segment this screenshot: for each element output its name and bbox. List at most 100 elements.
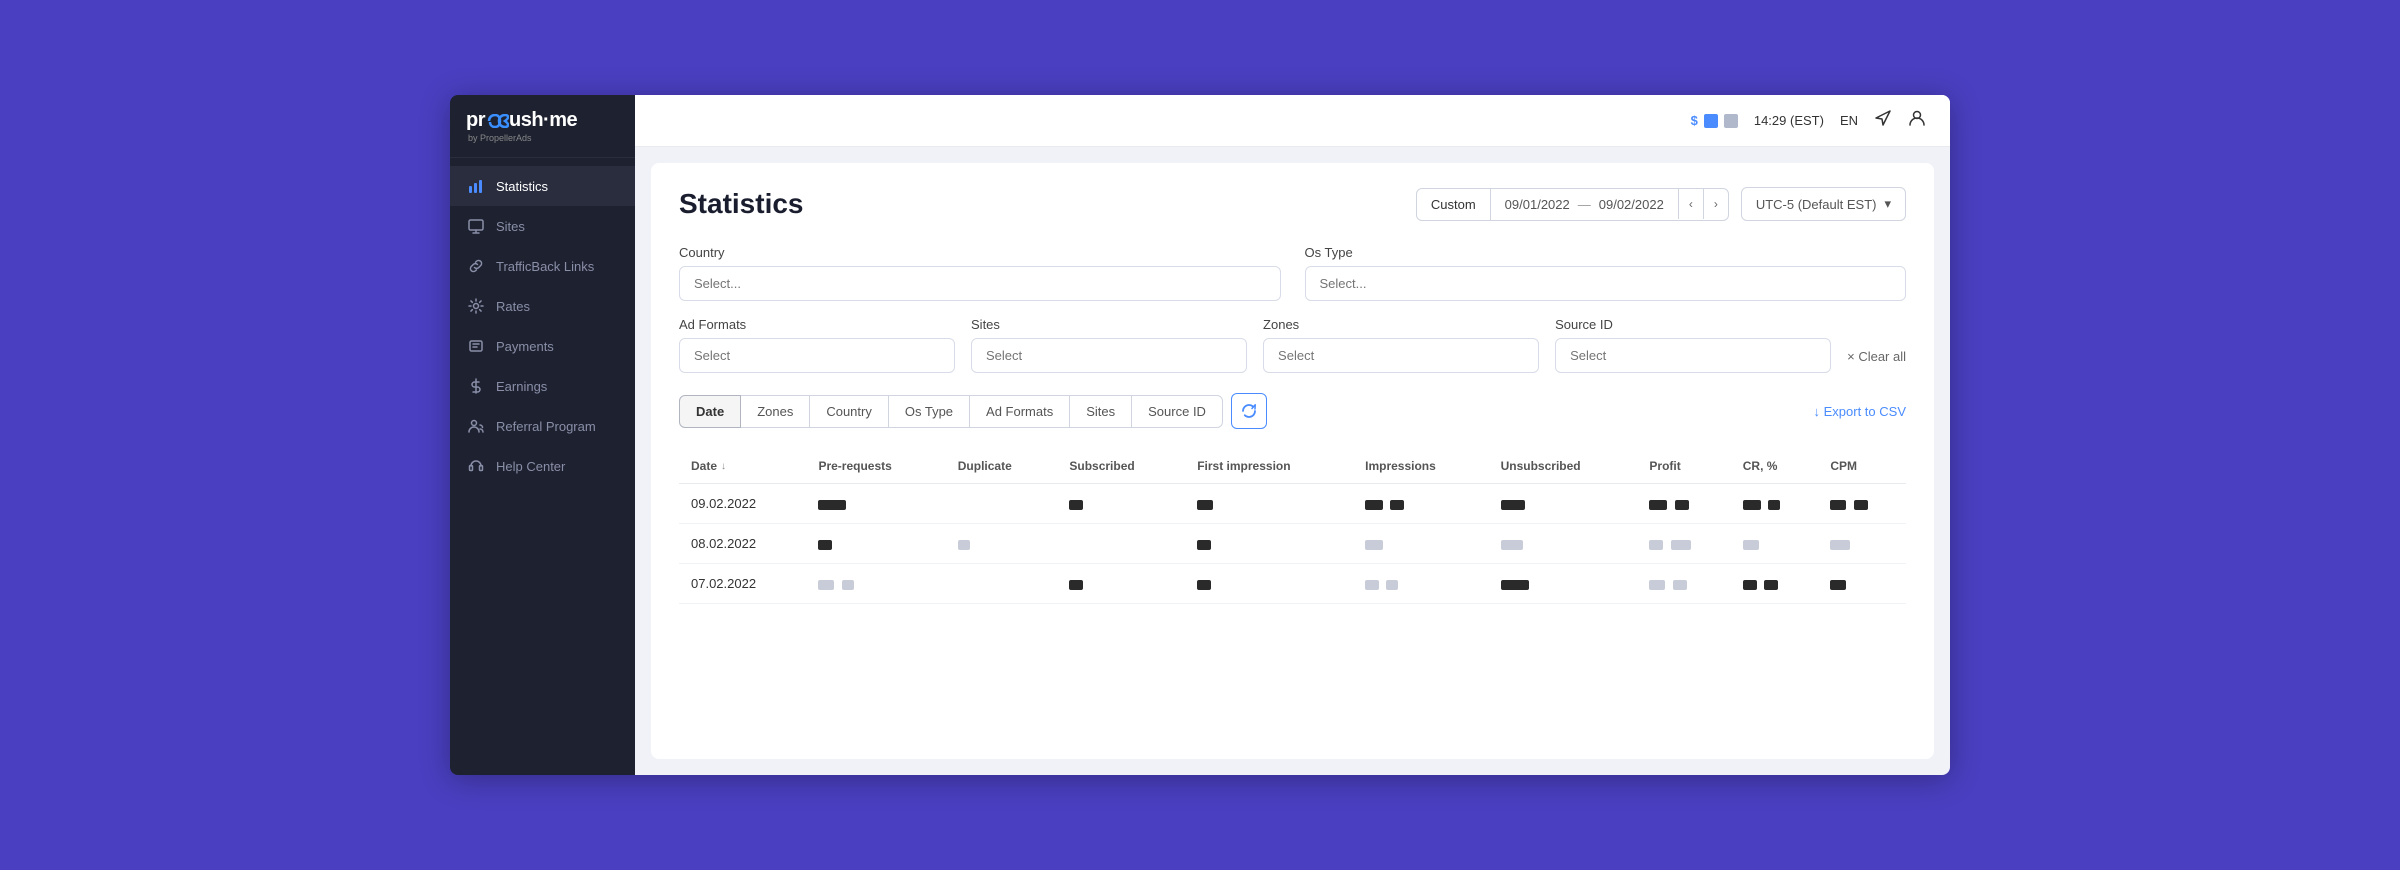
filter-sourceid-input[interactable] xyxy=(1555,338,1831,373)
export-csv-btn[interactable]: ↓ Export to CSV xyxy=(1814,404,1906,419)
sidebar-item-payments[interactable]: Payments xyxy=(450,326,635,366)
group-tab-country[interactable]: Country xyxy=(809,395,889,428)
date-range: 09/01/2022 — 09/02/2022 xyxy=(1491,189,1678,220)
currency-switcher[interactable]: $ xyxy=(1691,113,1738,128)
cell-unsubscribed xyxy=(1489,564,1638,604)
th-prerequests-label: Pre-requests xyxy=(818,459,891,473)
chart-icon xyxy=(468,178,484,194)
sidebar-item-trafficback[interactable]: TrafficBack Links xyxy=(450,246,635,286)
cell-profit xyxy=(1637,564,1730,604)
filter-sites: Sites xyxy=(971,317,1247,373)
cell-date: 09.02.2022 xyxy=(679,484,806,524)
cell-subscribed xyxy=(1057,484,1185,524)
sidebar-item-referral[interactable]: Referral Program xyxy=(450,406,635,446)
sidebar-item-payments-label: Payments xyxy=(496,339,554,354)
filter-country-input[interactable] xyxy=(679,266,1281,301)
th-date-label: Date xyxy=(691,459,717,473)
cell-profit xyxy=(1637,524,1730,564)
topbar-lang[interactable]: EN xyxy=(1840,113,1858,128)
filter-adformats-input[interactable] xyxy=(679,338,955,373)
group-tab-adformats[interactable]: Ad Formats xyxy=(969,395,1070,428)
sidebar-item-earnings[interactable]: Earnings xyxy=(450,366,635,406)
filter-os-label: Os Type xyxy=(1305,245,1907,260)
date-from: 09/01/2022 xyxy=(1505,197,1570,212)
date-prev-btn[interactable]: ‹ xyxy=(1679,189,1704,219)
th-impressions-label: Impressions xyxy=(1365,459,1436,473)
cell-impressions xyxy=(1353,524,1488,564)
clear-all-label[interactable]: × Clear all xyxy=(1847,340,1906,373)
filter-adformats: Ad Formats xyxy=(679,317,955,373)
content-area: Statistics Custom 09/01/2022 — 09/02/202… xyxy=(651,163,1934,759)
group-tab-ostype[interactable]: Os Type xyxy=(888,395,970,428)
th-profit[interactable]: Profit xyxy=(1637,449,1730,484)
cell-impressions xyxy=(1353,484,1488,524)
cell-first-impression xyxy=(1185,524,1353,564)
filter-sites-input[interactable] xyxy=(971,338,1247,373)
sidebar-item-sites[interactable]: Sites xyxy=(450,206,635,246)
filter-os-input[interactable] xyxy=(1305,266,1907,301)
th-subscribed[interactable]: Subscribed xyxy=(1057,449,1185,484)
table-row: 09.02.2022 xyxy=(679,484,1906,524)
logo-sub: by PropellerAds xyxy=(468,133,532,143)
cell-date: 07.02.2022 xyxy=(679,564,806,604)
table-row: 08.02.2022 xyxy=(679,524,1906,564)
sidebar-item-statistics[interactable]: Statistics xyxy=(450,166,635,206)
monitor-icon xyxy=(468,218,484,234)
filter-country-label: Country xyxy=(679,245,1281,260)
cell-prerequests xyxy=(806,484,945,524)
table-header-row: Date ↓ Pre-requests Duplicate Subscribed xyxy=(679,449,1906,484)
send-icon[interactable] xyxy=(1874,109,1892,132)
date-picker[interactable]: Custom 09/01/2022 — 09/02/2022 ‹ › xyxy=(1416,188,1729,221)
group-tab-sourceid[interactable]: Source ID xyxy=(1131,395,1223,428)
refresh-btn[interactable] xyxy=(1231,393,1267,429)
sidebar-item-rates-label: Rates xyxy=(496,299,530,314)
export-csv-label: ↓ Export to CSV xyxy=(1814,404,1906,419)
th-duplicate[interactable]: Duplicate xyxy=(946,449,1058,484)
th-cr[interactable]: CR, % xyxy=(1731,449,1819,484)
date-mode: Custom xyxy=(1417,189,1491,220)
header-controls: Custom 09/01/2022 — 09/02/2022 ‹ › UTC-5… xyxy=(1416,187,1906,221)
sidebar-item-help-label: Help Center xyxy=(496,459,565,474)
th-date[interactable]: Date ↓ xyxy=(679,449,806,484)
timezone-label: UTC-5 (Default EST) xyxy=(1756,197,1877,212)
currency-usd[interactable]: $ xyxy=(1691,113,1698,128)
cell-duplicate xyxy=(946,484,1058,524)
currency-sq-inactive xyxy=(1724,114,1738,128)
group-tab-sites[interactable]: Sites xyxy=(1069,395,1132,428)
group-tab-date[interactable]: Date xyxy=(679,395,741,428)
logo-icon xyxy=(485,114,509,128)
timezone-select[interactable]: UTC-5 (Default EST) ▾ xyxy=(1741,187,1906,221)
th-prerequests[interactable]: Pre-requests xyxy=(806,449,945,484)
sidebar: pr ush·me by PropellerAds xyxy=(450,95,635,775)
filter-zones: Zones xyxy=(1263,317,1539,373)
sidebar-item-earnings-label: Earnings xyxy=(496,379,547,394)
th-first-impression-label: First impression xyxy=(1197,459,1290,473)
cell-cr xyxy=(1731,564,1819,604)
th-impressions[interactable]: Impressions xyxy=(1353,449,1488,484)
filter-sourceid: Source ID xyxy=(1555,317,1831,373)
th-duplicate-label: Duplicate xyxy=(958,459,1012,473)
cell-cpm xyxy=(1818,524,1906,564)
page-header: Statistics Custom 09/01/2022 — 09/02/202… xyxy=(679,187,1906,221)
sidebar-item-trafficback-label: TrafficBack Links xyxy=(496,259,594,274)
logo-text2: ush·me xyxy=(509,109,577,132)
cell-cpm xyxy=(1818,484,1906,524)
sidebar-item-help[interactable]: Help Center xyxy=(450,446,635,486)
user-icon[interactable] xyxy=(1908,109,1926,132)
date-next-btn[interactable]: › xyxy=(1704,189,1728,219)
th-unsubscribed[interactable]: Unsubscribed xyxy=(1489,449,1638,484)
filter-country: Country xyxy=(679,245,1281,301)
cell-first-impression xyxy=(1185,484,1353,524)
filter-zones-input[interactable] xyxy=(1263,338,1539,373)
statistics-table: Date ↓ Pre-requests Duplicate Subscribed xyxy=(679,449,1906,604)
filter-zones-label: Zones xyxy=(1263,317,1539,332)
date-nav: ‹ › xyxy=(1678,189,1728,219)
group-tab-zones[interactable]: Zones xyxy=(740,395,810,428)
sidebar-item-rates[interactable]: Rates xyxy=(450,286,635,326)
cell-prerequests xyxy=(806,524,945,564)
cell-duplicate xyxy=(946,524,1058,564)
th-first-impression[interactable]: First impression xyxy=(1185,449,1353,484)
date-to: 09/02/2022 xyxy=(1599,197,1664,212)
clear-all-btn[interactable]: × Clear all xyxy=(1847,340,1906,373)
th-cpm[interactable]: CPM xyxy=(1818,449,1906,484)
